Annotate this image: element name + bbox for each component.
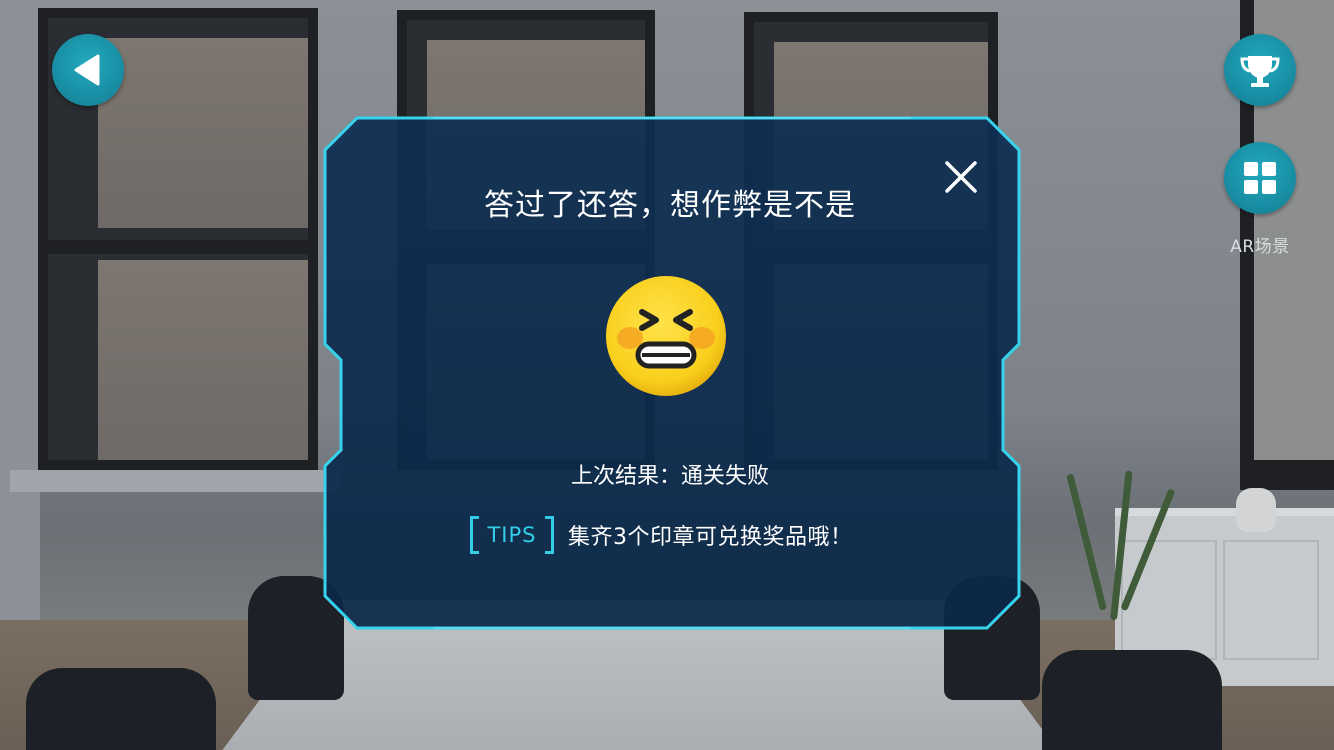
back-arrow-icon [74, 54, 100, 86]
plant-leaf [1066, 473, 1107, 611]
ar-scene-button[interactable] [1224, 142, 1296, 214]
trophy-icon [1240, 56, 1280, 87]
tips-badge: TIPS [470, 515, 554, 555]
chair [26, 668, 216, 750]
tips-text: 集齐3个印章可兑换奖品哦！ [568, 525, 853, 550]
dialog-title: 答过了还答，想作弊是不是 [484, 188, 856, 223]
last-result-text: 上次结果：通关失败 [570, 464, 769, 489]
trophy-button[interactable] [1224, 34, 1296, 106]
ar-scene-label: AR场景 [1230, 237, 1290, 257]
grid-icon [1244, 162, 1276, 194]
window-sill [10, 470, 340, 492]
chair [1042, 650, 1222, 750]
wall [0, 0, 40, 620]
tips-row: TIPS 集齐3个印章可兑换奖品哦！ [470, 514, 853, 556]
tips-label: TIPS [487, 523, 537, 547]
vase [1236, 488, 1276, 532]
back-button[interactable] [52, 34, 124, 106]
grimace-emoji-icon [606, 276, 726, 396]
